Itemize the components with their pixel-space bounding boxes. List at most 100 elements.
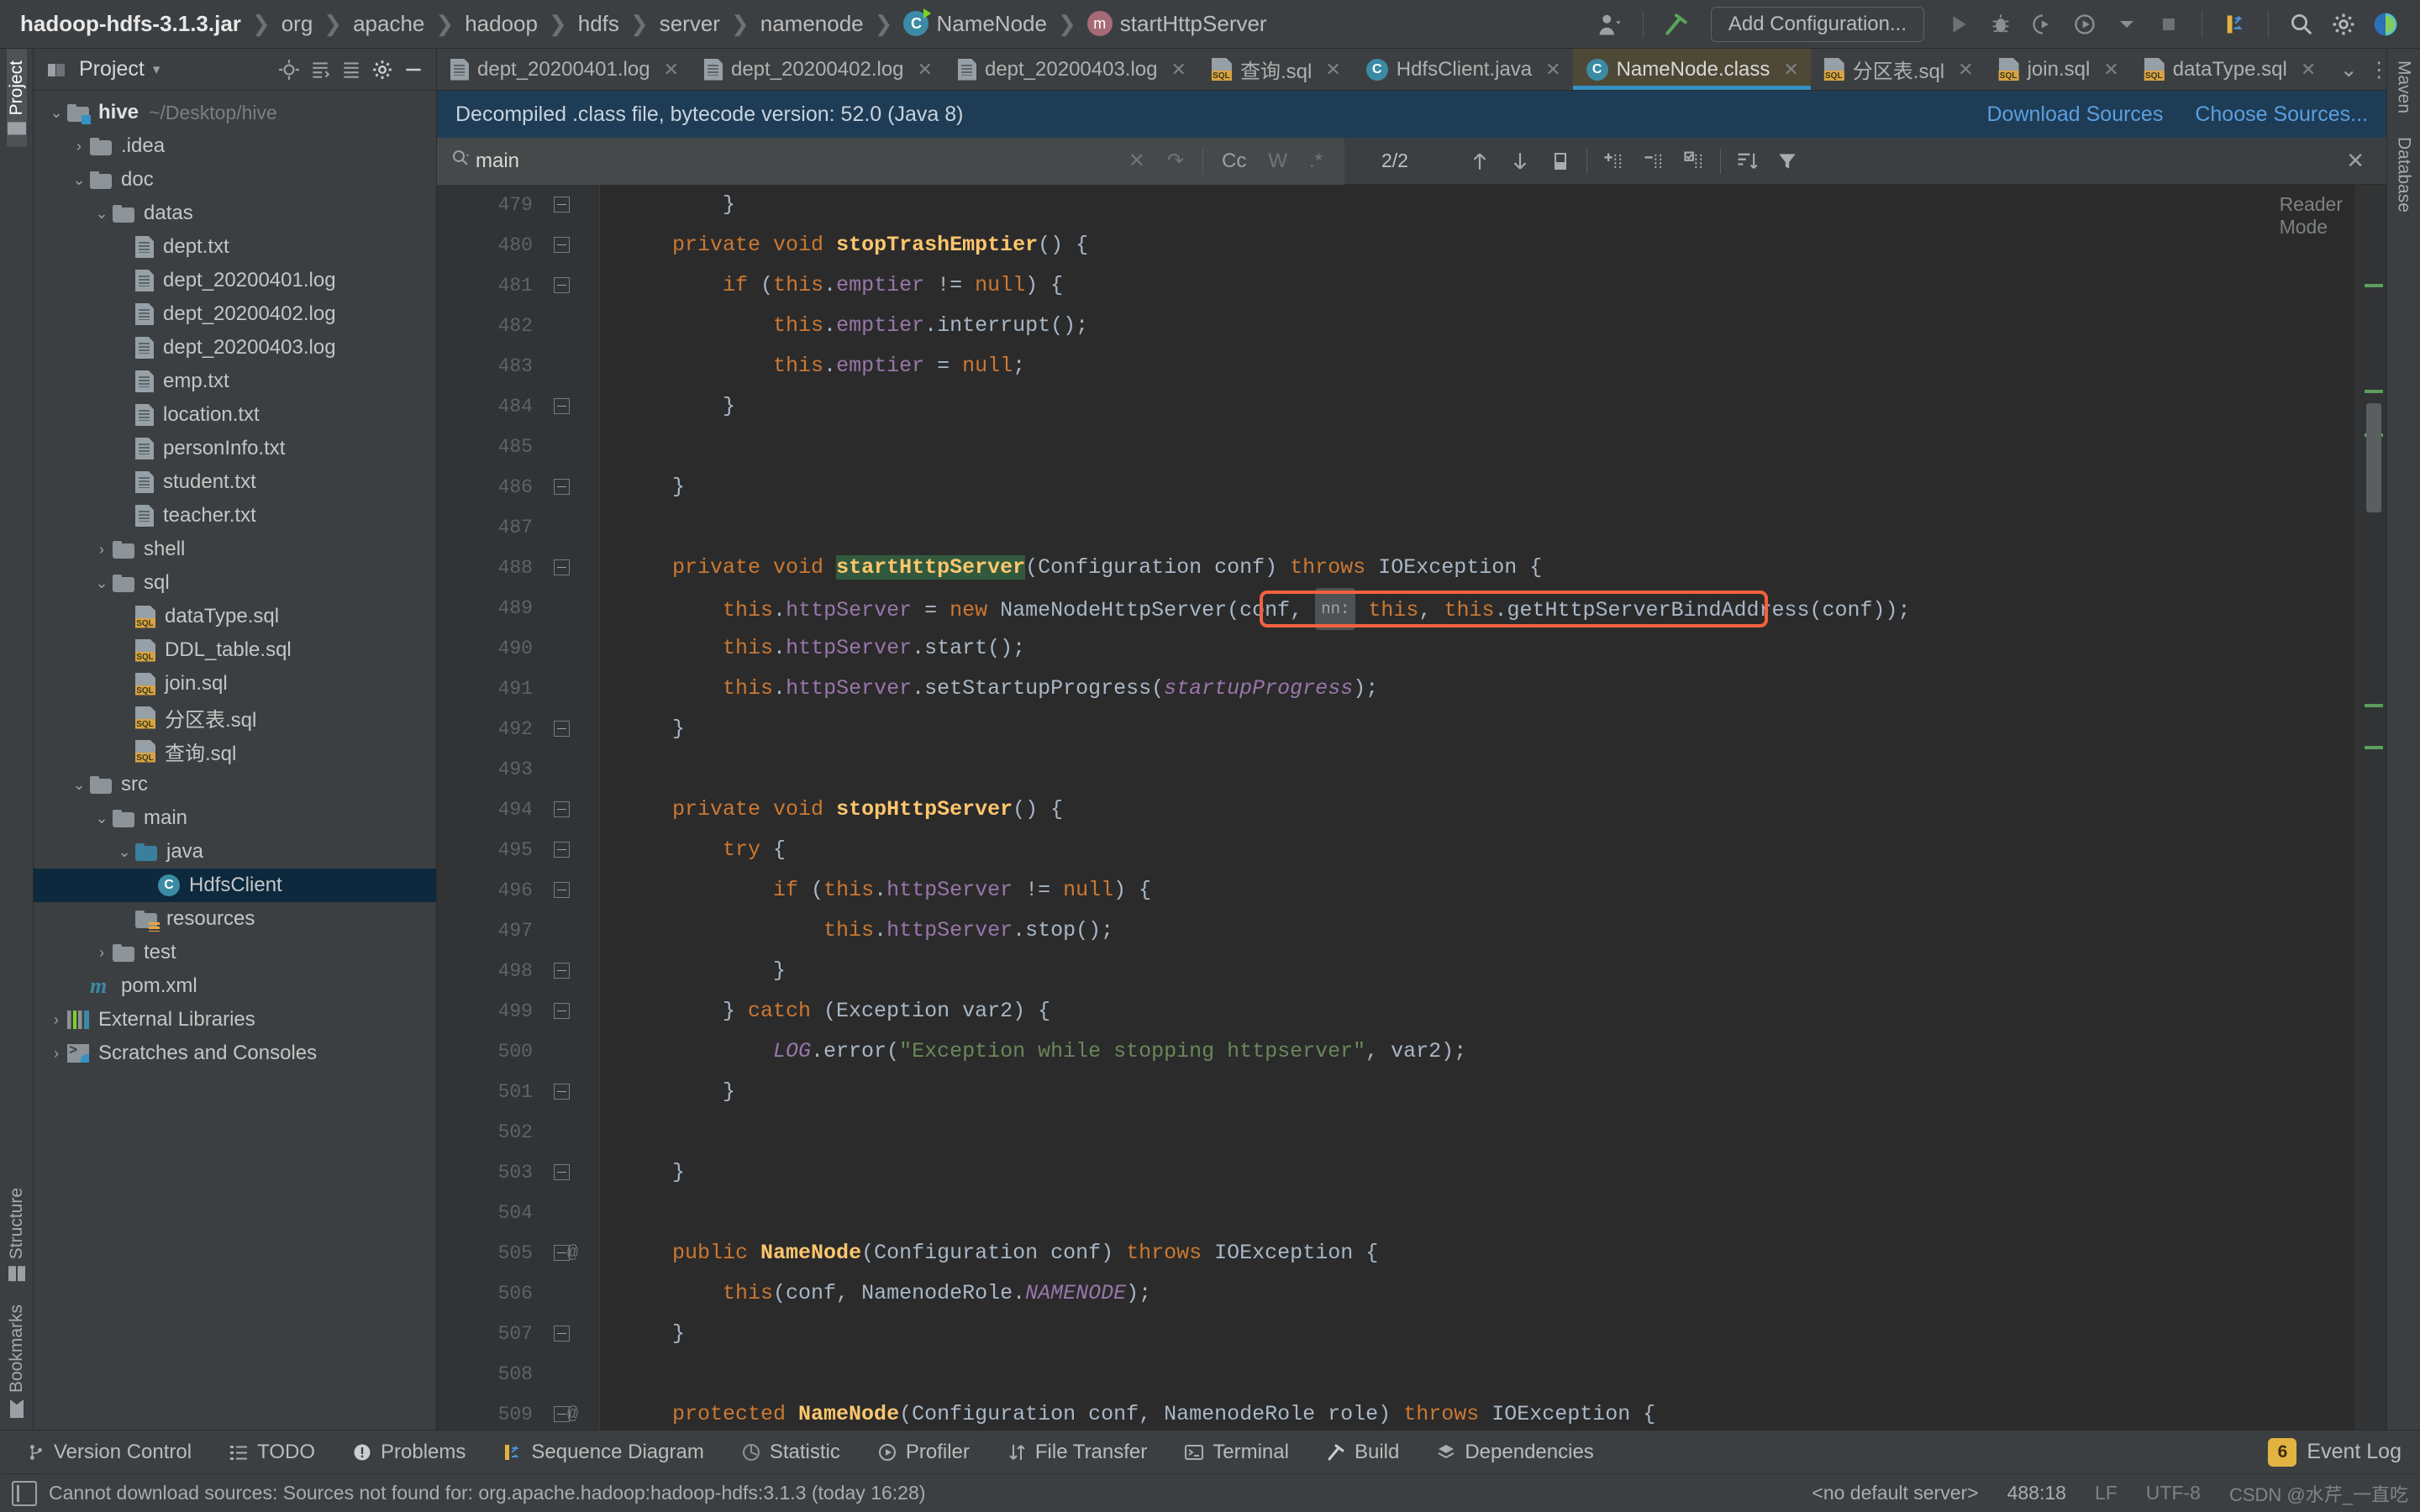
fold-toggle-icon[interactable] bbox=[554, 1164, 572, 1183]
fold-toggle-icon[interactable] bbox=[554, 842, 572, 860]
rail-button-database[interactable]: Database bbox=[2394, 125, 2414, 224]
chevron-right-icon[interactable]: › bbox=[91, 944, 113, 962]
fold-marker[interactable] bbox=[546, 306, 599, 346]
close-tab-icon[interactable]: ✕ bbox=[918, 59, 933, 81]
fold-toggle-icon[interactable] bbox=[554, 963, 572, 981]
close-tab-icon[interactable]: ✕ bbox=[1783, 59, 1798, 81]
tree-node[interactable]: DDL_table.sql bbox=[34, 633, 436, 667]
download-sources-link[interactable]: Download Sources bbox=[1986, 102, 2163, 127]
fold-marker[interactable] bbox=[546, 1273, 599, 1314]
breadcrumb-item[interactable]: hadoop-hdfs-3.1.3.jar bbox=[15, 11, 246, 37]
tree-node[interactable]: ⌄ datas bbox=[34, 197, 436, 230]
tree-node[interactable]: › shell bbox=[34, 533, 436, 566]
bottom-tool-build[interactable]: Build bbox=[1307, 1431, 1418, 1474]
tree-node[interactable]: teacher.txt bbox=[34, 499, 436, 533]
chevron-down-icon[interactable]: ⌄ bbox=[113, 844, 135, 859]
chevron-down-icon[interactable]: ⌄ bbox=[68, 777, 90, 792]
chevron-down-icon[interactable]: ▾ bbox=[153, 61, 160, 78]
chevron-down-icon[interactable] bbox=[2107, 7, 2146, 42]
breadcrumb-item[interactable]: hadoop bbox=[460, 11, 543, 37]
reader-mode-label[interactable]: Reader Mode bbox=[2280, 193, 2343, 239]
bottom-tool-todo[interactable]: TODO bbox=[210, 1431, 334, 1474]
code-editor[interactable]: 479 480 481 482 483 484 485 486 487 488 489 490 491 4… bbox=[437, 185, 2386, 1430]
fold-toggle-icon[interactable] bbox=[554, 277, 572, 296]
user-avatar-icon[interactable] bbox=[1591, 7, 1629, 42]
select-all-occurrences-icon[interactable] bbox=[1541, 144, 1580, 179]
chevron-down-icon[interactable]: ⌄ bbox=[2334, 55, 2363, 84]
fold-marker[interactable] bbox=[546, 669, 599, 709]
fold-marker[interactable] bbox=[546, 1354, 599, 1394]
tree-node-selected[interactable]: HdfsClient bbox=[34, 869, 436, 902]
match-case-option[interactable]: Cc bbox=[1213, 150, 1255, 173]
hide-panel-icon[interactable] bbox=[399, 55, 428, 84]
fold-marker[interactable] bbox=[546, 507, 599, 548]
chevron-right-icon[interactable]: › bbox=[45, 1011, 67, 1029]
tree-node[interactable]: dept.txt bbox=[34, 230, 436, 264]
fold-toggle-icon[interactable] bbox=[554, 882, 572, 900]
prev-match-icon[interactable] bbox=[1460, 144, 1499, 179]
tree-node[interactable]: ⌄ main bbox=[34, 801, 436, 835]
project-tree[interactable]: ⌄ hive ~/Desktop/hive › .idea ⌄ doc ⌄ datas dept… bbox=[34, 91, 436, 1430]
fold-toggle-icon[interactable] bbox=[554, 1003, 572, 1021]
breadcrumb-item[interactable]: server bbox=[655, 11, 725, 37]
tree-node[interactable]: m pom.xml bbox=[34, 969, 436, 1003]
editor-scrollbar[interactable]: Reader Mode bbox=[2280, 185, 2386, 1430]
bottom-tool-sequence-diagram[interactable]: Sequence Diagram bbox=[484, 1431, 722, 1474]
editor-tab-active[interactable]: NameNode.class ✕ bbox=[1572, 49, 1811, 90]
status-server[interactable]: <no default server> bbox=[1812, 1482, 1978, 1504]
fold-toggle-icon[interactable] bbox=[554, 197, 572, 215]
tree-node[interactable]: resources bbox=[34, 902, 436, 936]
bottom-tool-problems[interactable]: Problems bbox=[334, 1431, 484, 1474]
expand-all-icon[interactable] bbox=[306, 55, 334, 84]
status-caret-position[interactable]: 488:18 bbox=[2007, 1482, 2066, 1504]
editor-tab[interactable]: dataType.sql ✕ bbox=[2131, 49, 2328, 90]
fold-gutter[interactable]: @ @ bbox=[546, 185, 600, 1430]
fold-toggle-icon[interactable] bbox=[554, 1245, 572, 1263]
fold-marker[interactable] bbox=[546, 1112, 599, 1152]
clear-icon[interactable]: ✕ bbox=[1120, 149, 1154, 173]
tree-node[interactable]: ⌄ java bbox=[34, 835, 436, 869]
tree-node[interactable]: ⌄ hive ~/Desktop/hive bbox=[34, 96, 436, 129]
choose-sources-link[interactable]: Choose Sources... bbox=[2195, 102, 2368, 127]
tree-node[interactable]: dept_20200402.log bbox=[34, 297, 436, 331]
code-content[interactable]: } private void stopTrashEmptier() { if (… bbox=[600, 185, 2354, 1430]
build-hammer-icon[interactable] bbox=[1657, 7, 1696, 42]
chevron-down-icon[interactable]: ⌄ bbox=[91, 575, 113, 591]
chevron-down-icon[interactable]: ⌄ bbox=[91, 811, 113, 826]
editor-tab[interactable]: dept_20200401.log ✕ bbox=[437, 49, 691, 90]
fold-toggle-icon[interactable] bbox=[554, 479, 572, 497]
tree-node[interactable]: ⌄ sql bbox=[34, 566, 436, 600]
run-icon[interactable] bbox=[1939, 7, 1978, 42]
tree-node[interactable]: location.txt bbox=[34, 398, 436, 432]
tree-node[interactable]: › Scratches and Consoles bbox=[34, 1037, 436, 1070]
breadcrumb-item[interactable]: apache bbox=[348, 11, 429, 37]
fold-marker[interactable] bbox=[546, 346, 599, 386]
close-tab-icon[interactable]: ✕ bbox=[1171, 59, 1186, 81]
profile-icon[interactable] bbox=[2065, 7, 2104, 42]
ide-avatar-icon[interactable] bbox=[2366, 7, 2405, 42]
status-line-separator[interactable]: LF bbox=[2095, 1482, 2118, 1504]
toggle-lines-icon[interactable] bbox=[1675, 144, 1713, 179]
search-input[interactable]: main ✕ ↷ Cc W .* bbox=[437, 137, 1344, 185]
bottom-tool-dependencies[interactable]: Dependencies bbox=[1418, 1431, 1612, 1474]
editor-tab[interactable]: dept_20200402.log ✕ bbox=[691, 49, 944, 90]
message-icon[interactable] bbox=[12, 1480, 37, 1506]
bottom-tool-terminal[interactable]: Terminal bbox=[1165, 1431, 1307, 1474]
editor-tab[interactable]: dept_20200403.log ✕ bbox=[944, 49, 1198, 90]
tree-node[interactable]: › .idea bbox=[34, 129, 436, 163]
locate-icon[interactable] bbox=[275, 55, 303, 84]
chevron-down-icon[interactable]: ⌄ bbox=[68, 172, 90, 187]
settings-gear-icon[interactable] bbox=[368, 55, 397, 84]
tree-node[interactable]: 分区表.sql bbox=[34, 701, 436, 734]
tree-node[interactable]: › test bbox=[34, 936, 436, 969]
settings-gear-icon[interactable] bbox=[2324, 7, 2363, 42]
tree-node[interactable]: › External Libraries bbox=[34, 1003, 436, 1037]
fold-marker[interactable] bbox=[546, 1193, 599, 1233]
breadcrumb-item[interactable]: hdfs bbox=[573, 11, 624, 37]
rail-button-bookmarks[interactable]: Bookmarks bbox=[7, 1293, 27, 1430]
chevron-right-icon[interactable]: › bbox=[45, 1045, 67, 1063]
close-tab-icon[interactable]: ✕ bbox=[1545, 59, 1560, 81]
tree-node[interactable]: personInfo.txt bbox=[34, 432, 436, 465]
fold-marker[interactable] bbox=[546, 427, 599, 467]
regex-option[interactable]: .* bbox=[1301, 150, 1331, 173]
